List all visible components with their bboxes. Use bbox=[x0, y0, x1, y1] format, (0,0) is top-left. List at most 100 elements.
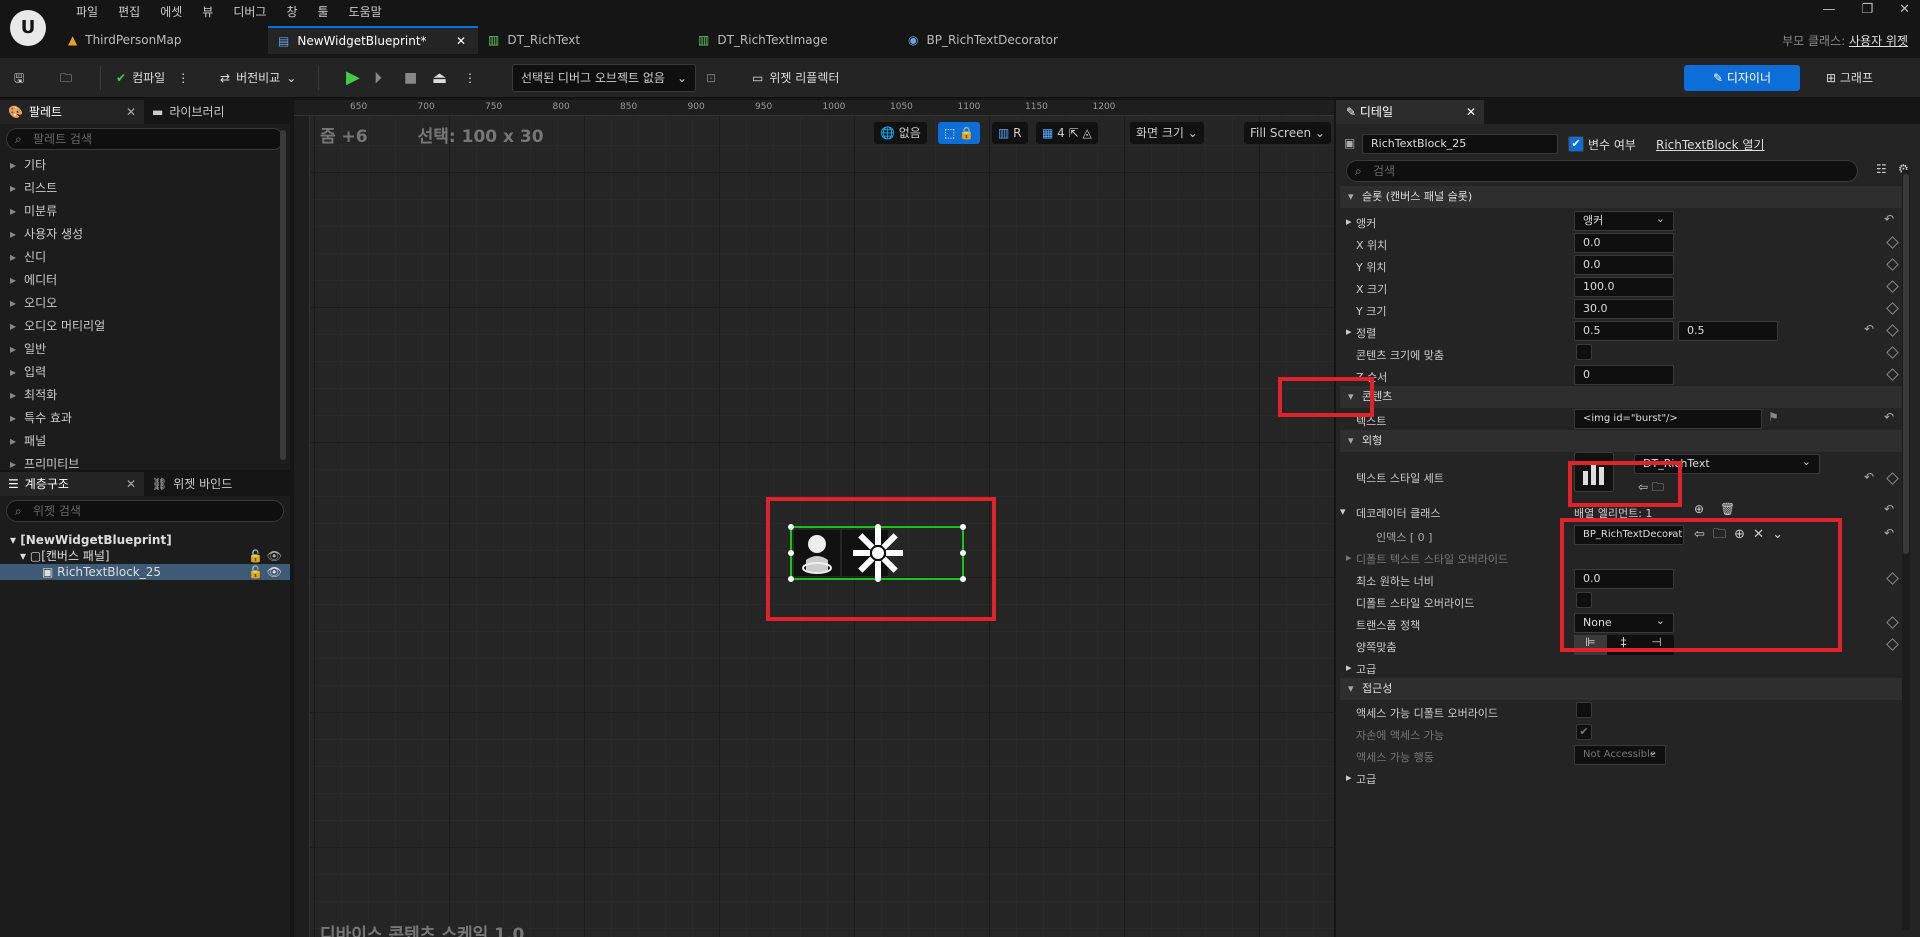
size-to-content-checkbox[interactable] bbox=[1576, 344, 1592, 360]
alignment-y-input[interactable]: 0.5 bbox=[1678, 321, 1778, 341]
advanced-expander[interactable]: ▸ bbox=[1346, 661, 1352, 674]
palette-category[interactable]: 패널 bbox=[0, 430, 290, 453]
anchor-dropdown[interactable]: 앵커 bbox=[1574, 210, 1674, 231]
details-scrollbar[interactable] bbox=[1902, 170, 1910, 930]
close-window-icon[interactable]: ✕ bbox=[1899, 2, 1910, 17]
alignment-expander[interactable]: ▸ bbox=[1346, 325, 1352, 338]
play-options-icon[interactable]: ⋮ bbox=[464, 64, 476, 92]
unreal-logo-icon[interactable]: U bbox=[10, 10, 46, 46]
localization-flag-icon[interactable]: ⚑ bbox=[1768, 410, 1779, 424]
tab-library[interactable]: ▬ 라이브러리 bbox=[144, 100, 288, 124]
r-toggle[interactable]: ▥ R bbox=[992, 122, 1028, 144]
keyframe-icon[interactable] bbox=[1886, 616, 1899, 629]
widget-reflector-button[interactable]: ▭ 위젯 리플렉터 bbox=[752, 64, 839, 92]
close-tab-icon[interactable]: ✕ bbox=[126, 100, 136, 124]
parent-class-link[interactable]: 사용자 위젯 bbox=[1849, 34, 1908, 48]
doc-tab[interactable]: ▲ ThirdPersonMap bbox=[58, 26, 268, 54]
add-element-icon[interactable]: ⊕ bbox=[1694, 502, 1704, 516]
palette-scrollbar[interactable] bbox=[280, 130, 286, 460]
tree-richtextblock[interactable]: ▣ RichTextBlock_25 🔓 👁 bbox=[0, 564, 290, 580]
play-icon[interactable]: ▶ bbox=[346, 64, 360, 92]
menu-item[interactable]: 뷰 bbox=[192, 2, 223, 22]
advanced2-expander[interactable]: ▸ bbox=[1346, 771, 1352, 784]
keyframe-icon[interactable] bbox=[1886, 324, 1899, 337]
palette-category[interactable]: 오디오 머티리얼 bbox=[0, 315, 290, 338]
section-slot[interactable]: 슬롯 (캔버스 패널 슬롯) bbox=[1340, 186, 1906, 208]
graph-button[interactable]: ⊞ 그래프 bbox=[1826, 65, 1873, 91]
tab-palette[interactable]: 🎨 팔레트 ✕ bbox=[0, 100, 144, 124]
widget-search-input[interactable]: 위젯 검색 bbox=[6, 500, 284, 522]
z-order-input[interactable]: 0 bbox=[1574, 365, 1674, 385]
tree-root[interactable]: ▾ [NewWidgetBlueprint] bbox=[0, 532, 290, 548]
eject-icon[interactable]: ⏏ bbox=[432, 64, 447, 92]
world-none-toggle[interactable]: 🌐 없음 bbox=[874, 122, 927, 144]
palette-category[interactable]: 오디오 bbox=[0, 292, 290, 315]
reset-icon[interactable]: ↶ bbox=[1884, 526, 1894, 540]
doc-tab[interactable]: ▤ NewWidgetBlueprint* ✕ bbox=[268, 26, 478, 54]
tab-hierarchy[interactable]: ☰ 계층구조 ✕ bbox=[0, 472, 144, 496]
diff-button[interactable]: ⇄ 버전비교 ⌄ bbox=[220, 64, 296, 92]
keyframe-icon[interactable] bbox=[1886, 572, 1899, 585]
tree-canvas-panel[interactable]: ▾ ▢[캔버스 패널] 🔓 👁 bbox=[0, 548, 290, 564]
lock-eye-icons[interactable]: 🔓 👁 bbox=[248, 548, 282, 564]
reset-icon[interactable]: ↶ bbox=[1884, 410, 1894, 424]
palette-search-input[interactable]: 팔레트 검색 bbox=[6, 128, 284, 150]
palette-category[interactable]: 미분류 bbox=[0, 200, 290, 223]
minimize-icon[interactable]: — bbox=[1822, 2, 1835, 17]
delete-elements-icon[interactable]: 🗑 bbox=[1720, 502, 1735, 516]
doc-tab[interactable]: ▥ DT_RichText bbox=[478, 26, 688, 54]
close-tab-icon[interactable]: ✕ bbox=[126, 472, 136, 496]
menu-item[interactable]: 파일 bbox=[66, 2, 108, 22]
fill-screen-dropdown[interactable]: Fill Screen ⌄ bbox=[1244, 122, 1331, 144]
debug-filter-icon[interactable]: ⊡ bbox=[706, 64, 716, 92]
widget-name-input[interactable]: RichTextBlock_25 bbox=[1362, 134, 1558, 154]
palette-category[interactable]: 기타 bbox=[0, 154, 290, 177]
reset-icon[interactable]: ↶ bbox=[1884, 502, 1894, 516]
section-accessibility[interactable]: 접근성 bbox=[1340, 678, 1906, 700]
section-content[interactable]: 콘텐츠 bbox=[1340, 386, 1906, 408]
designer-button[interactable]: ✎ 디자이너 bbox=[1684, 65, 1800, 91]
reset-icon[interactable]: ↶ bbox=[1864, 470, 1874, 484]
children-accessible-checkbox[interactable]: ✔ bbox=[1576, 724, 1592, 740]
menu-item[interactable]: 편집 bbox=[108, 2, 150, 22]
keyframe-icon[interactable] bbox=[1886, 258, 1899, 271]
menu-item[interactable]: 에셋 bbox=[150, 2, 192, 22]
anchor-expander[interactable]: ▸ bbox=[1346, 215, 1352, 228]
grid-toggle[interactable]: ▦ 4 ⇱ ◬ bbox=[1036, 122, 1098, 144]
compile-button[interactable]: ✔ 컴파일 ⋮ bbox=[116, 64, 189, 92]
keyframe-icon[interactable] bbox=[1886, 472, 1899, 485]
palette-category[interactable]: 리스트 bbox=[0, 177, 290, 200]
debug-object-select[interactable]: 선택된 디버그 오브젝트 없음 ⌄ bbox=[512, 64, 696, 92]
close-tab-icon[interactable]: ✕ bbox=[1466, 100, 1476, 124]
x-position-input[interactable]: 0.0 bbox=[1574, 233, 1674, 253]
default-text-style-expander[interactable]: ▸ bbox=[1346, 551, 1352, 564]
save-icon[interactable]: 🖫 bbox=[14, 64, 24, 92]
richtextblock-widget[interactable] bbox=[788, 524, 966, 582]
menu-item[interactable]: 창 bbox=[276, 2, 307, 22]
screen-size-dropdown[interactable]: 화면 크기 ⌄ bbox=[1130, 122, 1204, 144]
section-appearance[interactable]: 외형 bbox=[1340, 430, 1906, 452]
doc-tab[interactable]: ◉ BP_RichTextDecorator bbox=[898, 26, 1108, 54]
tab-bindings[interactable]: ⛓ 위젯 바인드 bbox=[144, 472, 288, 496]
close-tab-icon[interactable]: ✕ bbox=[456, 27, 466, 55]
palette-category[interactable]: 입력 bbox=[0, 361, 290, 384]
menu-item[interactable]: 툴 bbox=[308, 2, 339, 22]
select-lock-toggle[interactable]: ⬚ 🔒 bbox=[938, 122, 981, 144]
keyframe-icon[interactable] bbox=[1886, 280, 1899, 293]
stop-icon[interactable]: ■ bbox=[404, 64, 417, 92]
open-richtextblock-link[interactable]: RichTextBlock 열기 bbox=[1656, 136, 1765, 153]
y-position-input[interactable]: 0.0 bbox=[1574, 255, 1674, 275]
palette-category[interactable]: 특수 효과 bbox=[0, 407, 290, 430]
reset-icon[interactable]: ↶ bbox=[1864, 322, 1874, 336]
palette-category[interactable]: 최적화 bbox=[0, 384, 290, 407]
menu-item[interactable]: 디버그 bbox=[223, 2, 276, 22]
keyframe-icon[interactable] bbox=[1886, 302, 1899, 315]
keyframe-icon[interactable] bbox=[1886, 368, 1899, 381]
doc-tab[interactable]: ▥ DT_RichTextImage bbox=[688, 26, 898, 54]
palette-category[interactable]: 사용자 생성 bbox=[0, 223, 290, 246]
keyframe-icon[interactable] bbox=[1886, 236, 1899, 249]
table-view-icon[interactable]: ☷ bbox=[1876, 162, 1887, 176]
text-value-input[interactable]: <img id="burst"/> bbox=[1574, 409, 1762, 429]
menu-item[interactable]: 도움말 bbox=[339, 2, 392, 22]
restore-icon[interactable]: ❐ bbox=[1861, 2, 1873, 17]
